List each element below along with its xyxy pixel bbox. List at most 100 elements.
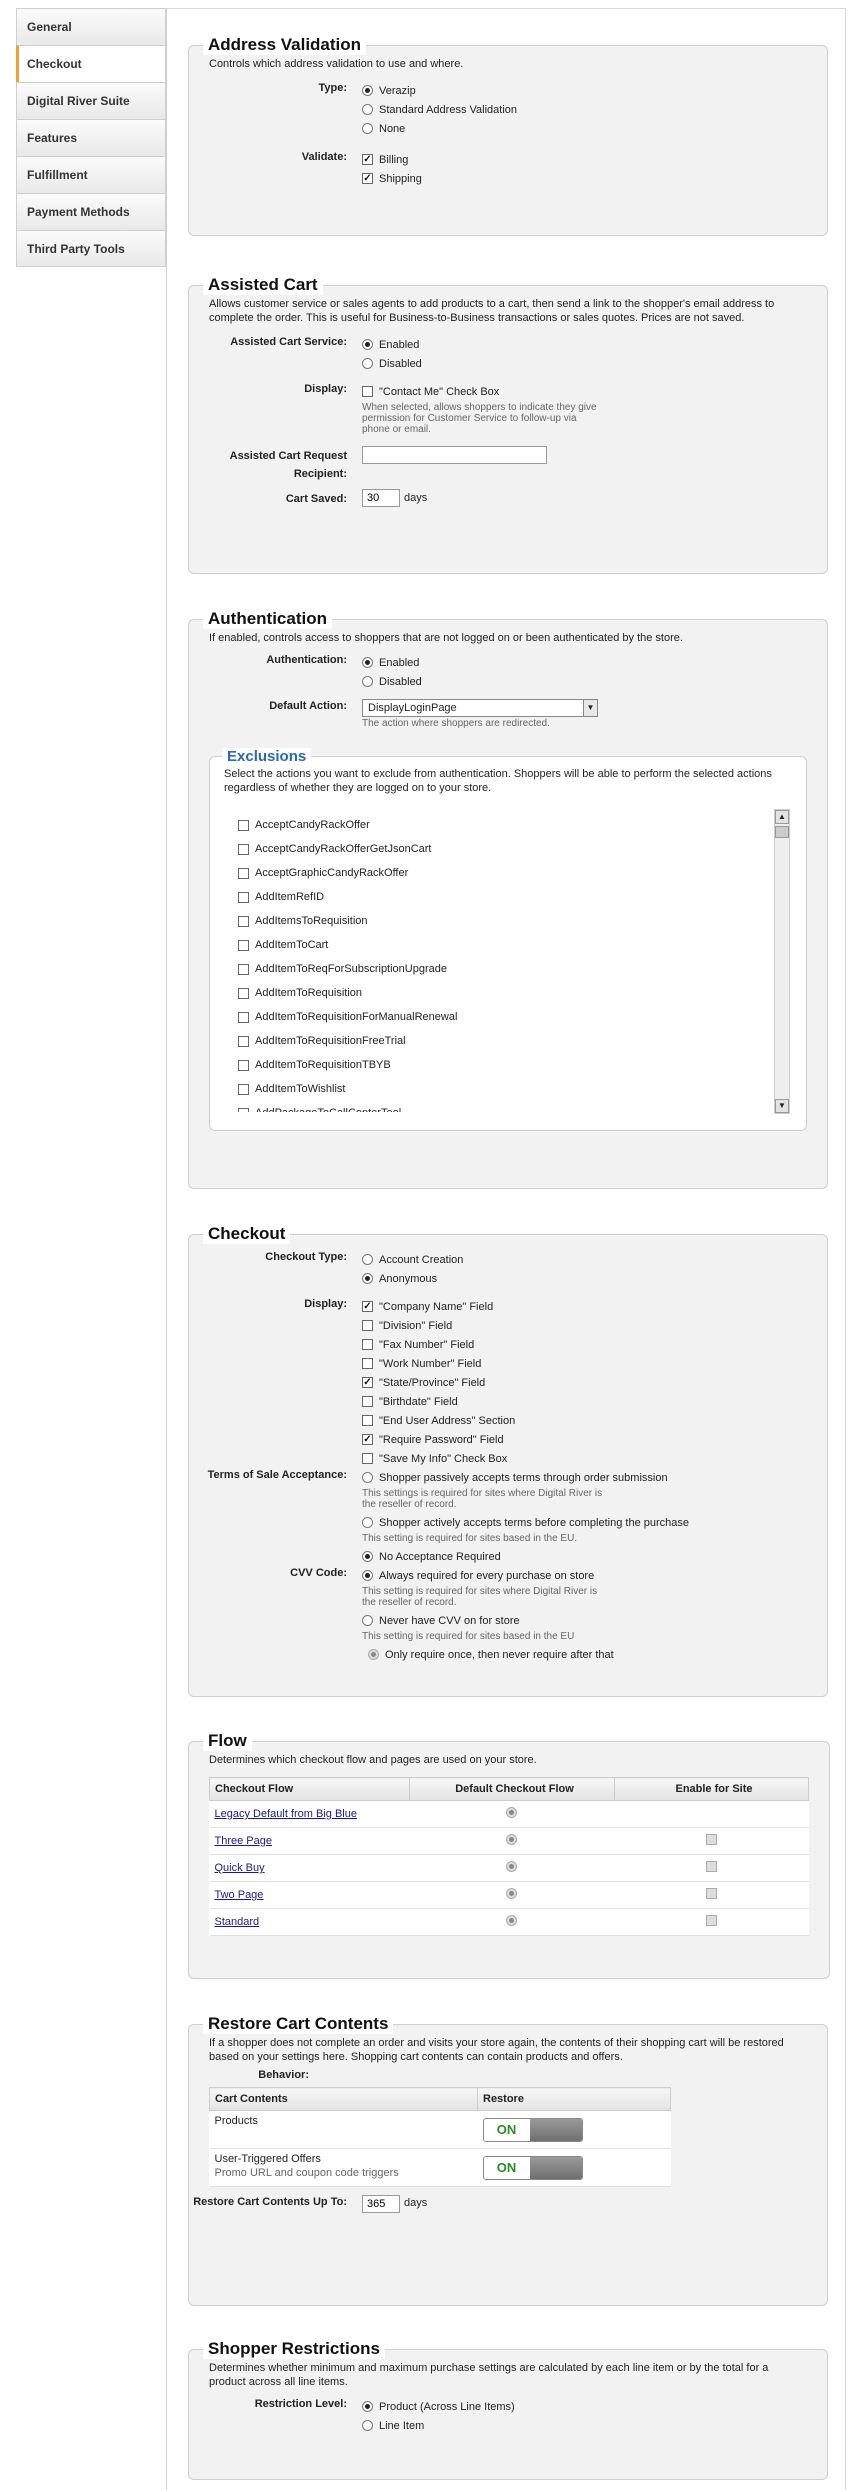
- display-option[interactable]: ✓ "Company Name" Field: [362, 1297, 827, 1316]
- scroll-thumb[interactable]: [775, 826, 789, 838]
- flow-link[interactable]: Two Page: [215, 1889, 264, 1901]
- default-flow-radio[interactable]: [506, 1888, 517, 1899]
- radio-button[interactable]: [368, 1649, 379, 1660]
- exclusion-item[interactable]: AddItemToRequisitionForManualRenewal: [238, 1005, 768, 1029]
- checkbox[interactable]: [362, 1415, 373, 1426]
- type-option-verazip[interactable]: Verazip: [362, 81, 827, 100]
- validate-shipping[interactable]: ✓ Shipping: [362, 169, 827, 188]
- cvv-option[interactable]: Never have CVV on for store: [362, 1611, 827, 1630]
- radio-button[interactable]: [362, 104, 373, 115]
- radio-button[interactable]: [362, 676, 373, 687]
- exclusion-item[interactable]: AcceptCandyRackOfferGetJsonCart: [238, 837, 768, 861]
- radio-button[interactable]: [362, 1472, 373, 1483]
- service-enabled[interactable]: Enabled: [362, 335, 827, 354]
- display-option[interactable]: ✓ "Require Password" Field: [362, 1430, 827, 1449]
- exclusions-scrollbar[interactable]: ▲ ▼: [774, 809, 790, 1114]
- default-flow-radio[interactable]: [506, 1861, 517, 1872]
- default-action-select[interactable]: DisplayLoginPage ▼: [362, 699, 598, 717]
- cvv-option[interactable]: Always required for every purchase on st…: [362, 1566, 827, 1585]
- scroll-up-icon[interactable]: ▲: [775, 810, 789, 824]
- restriction-line-item[interactable]: Line Item: [362, 2416, 827, 2435]
- radio-button[interactable]: [362, 1615, 373, 1626]
- checkbox[interactable]: [238, 1059, 249, 1071]
- flow-link[interactable]: Legacy Default from Big Blue: [215, 1808, 357, 1820]
- recipient-input[interactable]: [362, 446, 547, 464]
- radio-button[interactable]: [362, 123, 373, 134]
- checkbox[interactable]: [238, 843, 249, 855]
- checkbox[interactable]: [238, 915, 249, 927]
- exclusion-item[interactable]: AddItemRefID: [238, 885, 768, 909]
- nav-item-payment-methods[interactable]: Payment Methods: [16, 193, 166, 230]
- display-option[interactable]: "Division" Field: [362, 1316, 827, 1335]
- checkbox[interactable]: ✓: [362, 1377, 373, 1388]
- radio-button[interactable]: [362, 2401, 373, 2412]
- cvv-option[interactable]: Only require once, then never require af…: [362, 1645, 827, 1664]
- checkbox[interactable]: [238, 963, 249, 975]
- cart-saved-input[interactable]: [362, 489, 400, 507]
- exclusion-item[interactable]: AddItemToCart: [238, 933, 768, 957]
- display-option[interactable]: ✓ "State/Province" Field: [362, 1373, 827, 1392]
- restore-toggle[interactable]: ON: [482, 2117, 583, 2142]
- checkbox[interactable]: [362, 1339, 373, 1350]
- checkbox[interactable]: [362, 1453, 373, 1464]
- checkbox[interactable]: [238, 1083, 249, 1095]
- checkbox[interactable]: [238, 867, 249, 879]
- radio-button[interactable]: [362, 1254, 373, 1265]
- exclusion-item[interactable]: AddItemToRequisitionTBYB: [238, 1053, 768, 1077]
- checkbox[interactable]: ✓: [362, 173, 373, 184]
- checkbox[interactable]: [238, 1107, 249, 1112]
- nav-item-general[interactable]: General: [16, 8, 166, 45]
- terms-option[interactable]: Shopper actively accepts terms before co…: [362, 1513, 827, 1532]
- radio-button[interactable]: [362, 2420, 373, 2431]
- exclusion-item[interactable]: AcceptCandyRackOffer: [238, 813, 768, 837]
- exclusion-item[interactable]: AddItemToRequisition: [238, 981, 768, 1005]
- enable-checkbox[interactable]: [705, 1915, 717, 1926]
- default-flow-radio[interactable]: [506, 1915, 517, 1926]
- toggle-handle[interactable]: [529, 2156, 582, 2179]
- radio-button[interactable]: [362, 1273, 373, 1284]
- flow-link[interactable]: Quick Buy: [215, 1862, 265, 1874]
- checkbox[interactable]: [362, 386, 373, 397]
- default-flow-radio[interactable]: [506, 1834, 517, 1845]
- exclusion-item[interactable]: AcceptGraphicCandyRackOffer: [238, 861, 768, 885]
- checkout-type-account-creation[interactable]: Account Creation: [362, 1250, 827, 1269]
- enable-checkbox[interactable]: [705, 1888, 717, 1899]
- exclusion-item[interactable]: AddItemToRequisitionFreeTrial: [238, 1029, 768, 1053]
- nav-item-digital-river-suite[interactable]: Digital River Suite: [16, 82, 166, 119]
- radio-button[interactable]: [362, 339, 373, 350]
- enable-checkbox[interactable]: [705, 1834, 717, 1845]
- terms-option[interactable]: Shopper passively accepts terms through …: [362, 1468, 827, 1487]
- flow-link[interactable]: Standard: [215, 1916, 260, 1928]
- checkbox[interactable]: [238, 987, 249, 999]
- display-option[interactable]: "Birthdate" Field: [362, 1392, 827, 1411]
- exclusion-item[interactable]: AddItemsToRequisition: [238, 909, 768, 933]
- exclusion-item[interactable]: AddItemToWishlist: [238, 1077, 768, 1101]
- chevron-down-icon[interactable]: ▼: [583, 700, 597, 716]
- checkbox[interactable]: [238, 1011, 249, 1023]
- flow-link[interactable]: Three Page: [215, 1835, 272, 1847]
- radio-button[interactable]: [362, 358, 373, 369]
- type-option-standard[interactable]: Standard Address Validation: [362, 100, 827, 119]
- nav-item-third-party-tools[interactable]: Third Party Tools: [16, 230, 166, 267]
- terms-option[interactable]: No Acceptance Required: [362, 1547, 827, 1566]
- auth-enabled[interactable]: Enabled: [362, 653, 827, 672]
- checkbox[interactable]: [238, 891, 249, 903]
- display-option[interactable]: "Fax Number" Field: [362, 1335, 827, 1354]
- radio-button[interactable]: [362, 1570, 373, 1581]
- exclusion-item[interactable]: AddItemToReqForSubscriptionUpgrade: [238, 957, 768, 981]
- service-disabled[interactable]: Disabled: [362, 354, 827, 373]
- nav-item-fulfillment[interactable]: Fulfillment: [16, 156, 166, 193]
- validate-billing[interactable]: ✓ Billing: [362, 150, 827, 169]
- radio-button[interactable]: [362, 657, 373, 668]
- restore-toggle[interactable]: ON: [482, 2155, 583, 2180]
- nav-item-checkout[interactable]: Checkout: [16, 45, 166, 82]
- checkbox[interactable]: [362, 1396, 373, 1407]
- restriction-product[interactable]: Product (Across Line Items): [362, 2397, 827, 2416]
- display-option[interactable]: "End User Address" Section: [362, 1411, 827, 1430]
- auth-disabled[interactable]: Disabled: [362, 672, 827, 691]
- default-flow-radio[interactable]: [506, 1807, 517, 1818]
- checkbox[interactable]: [238, 1035, 249, 1047]
- type-option-none[interactable]: None: [362, 119, 827, 138]
- radio-button[interactable]: [362, 85, 373, 96]
- radio-button[interactable]: [362, 1551, 373, 1562]
